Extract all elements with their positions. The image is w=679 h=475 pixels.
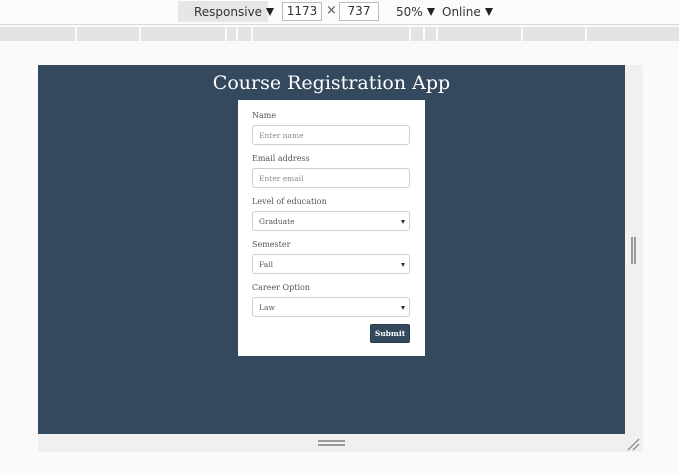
- bottom-resize-handle[interactable]: [318, 440, 345, 446]
- education-label: Level of education: [252, 197, 327, 206]
- network-caret-icon: [484, 7, 493, 16]
- zoom-caret-icon: [426, 7, 435, 16]
- career-value: Law: [259, 302, 275, 312]
- device-caret-icon: [266, 7, 275, 16]
- mq-divider: [225, 27, 227, 41]
- semester-label: Semester: [252, 240, 291, 249]
- right-resize-handle[interactable]: [631, 237, 636, 264]
- mq-divider: [423, 27, 425, 41]
- chevron-down-icon: [401, 220, 405, 224]
- email-placeholder: Enter email: [259, 173, 304, 183]
- education-value: Graduate: [259, 216, 295, 226]
- media-query-bar[interactable]: [0, 27, 679, 41]
- height-input[interactable]: 737: [339, 2, 379, 21]
- mq-divider: [521, 27, 523, 41]
- mq-divider: [139, 27, 141, 41]
- device-label: Responsive: [194, 4, 263, 19]
- network-label: Online: [442, 4, 481, 19]
- width-input[interactable]: 1173: [282, 2, 322, 21]
- mq-divider: [75, 27, 77, 41]
- network-dropdown[interactable]: Online: [442, 1, 493, 22]
- chevron-down-icon: [401, 263, 405, 267]
- dimension-separator: ×: [326, 3, 337, 18]
- email-label: Email address: [252, 154, 310, 163]
- email-input[interactable]: Enter email: [252, 168, 410, 188]
- device-toolbar: Responsive 1173 × 737 50% Online: [0, 0, 679, 25]
- registration-form: Name Enter name Email address Enter emai…: [238, 100, 425, 356]
- submit-button[interactable]: Submit: [370, 324, 410, 343]
- career-select[interactable]: Law: [252, 297, 410, 317]
- name-placeholder: Enter name: [259, 130, 304, 140]
- semester-select[interactable]: Fall: [252, 254, 410, 274]
- mq-divider: [251, 27, 253, 41]
- career-label: Career Option: [252, 283, 310, 292]
- education-select[interactable]: Graduate: [252, 211, 410, 231]
- zoom-label: 50%: [396, 4, 423, 19]
- corner-resize-icon[interactable]: [626, 437, 640, 451]
- name-label: Name: [252, 111, 277, 120]
- zoom-dropdown[interactable]: 50%: [396, 1, 435, 22]
- device-dropdown[interactable]: Responsive: [178, 1, 275, 22]
- mq-divider: [436, 27, 438, 41]
- name-input[interactable]: Enter name: [252, 125, 410, 145]
- semester-value: Fall: [259, 259, 273, 269]
- mq-divider: [236, 27, 238, 41]
- app-title: Course Registration App: [212, 72, 451, 94]
- mq-divider: [409, 27, 411, 41]
- mq-divider: [585, 27, 587, 41]
- chevron-down-icon: [401, 306, 405, 310]
